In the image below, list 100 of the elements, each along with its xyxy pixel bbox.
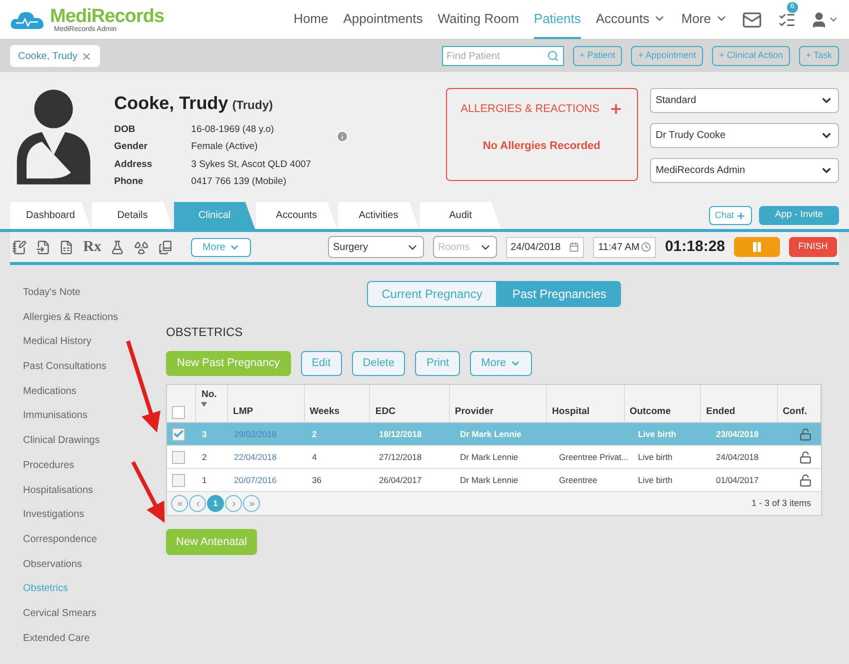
column-header[interactable]: No. [201, 388, 222, 402]
patient-search-field[interactable]: Find Patient [442, 46, 564, 66]
sidebar-item[interactable]: Medications [23, 384, 156, 408]
row-checkbox[interactable] [172, 450, 185, 464]
column-header[interactable]: Weeks [310, 404, 364, 419]
sidebar-item[interactable]: Procedures [23, 458, 156, 482]
tab[interactable]: Activities [338, 202, 419, 229]
padlock-icon[interactable] [798, 474, 812, 486]
pregnancy-toggle-button[interactable]: Past Pregnancies [497, 281, 622, 307]
first-page-icon [176, 500, 184, 508]
column-header[interactable]: LMP [233, 404, 299, 419]
allergies-message: No Allergies Recorded [482, 138, 602, 154]
more-button[interactable]: More [191, 238, 252, 256]
allergies-title: ALLERGIES & REACTIONS [460, 102, 600, 117]
radiation-icon[interactable] [134, 240, 149, 254]
table-cell[interactable]: 20/07/2016 [234, 474, 277, 485]
tab[interactable]: Clinical [174, 202, 255, 229]
info-icon[interactable] [336, 130, 349, 143]
table-cell: Dr Mark Lennie [460, 452, 518, 462]
header-select[interactable]: Dr Trudy Cooke [650, 123, 839, 148]
mail-icon[interactable] [742, 10, 762, 30]
pager-button[interactable] [225, 495, 242, 512]
close-icon[interactable] [81, 50, 92, 62]
add-icon[interactable] [608, 102, 623, 116]
column-header[interactable]: Hospital [552, 404, 619, 419]
action-button[interactable]: Edit [300, 351, 342, 376]
preferred-name: (Trudy) [232, 97, 273, 114]
tab[interactable]: Dashboard [10, 202, 91, 229]
nav-link[interactable]: Home [294, 0, 328, 39]
annotation-arrow [131, 461, 165, 523]
detail-value: 3 Sykes St, Ascot QLD 4007 [191, 158, 312, 172]
tab[interactable]: Audit [420, 202, 501, 229]
sidebar-item[interactable]: Observations [23, 556, 156, 582]
table-cell[interactable]: 22/04/2018 [234, 452, 277, 462]
sidebar-item[interactable]: Today's Note [23, 285, 156, 310]
padlock-icon[interactable] [798, 450, 812, 464]
books-icon[interactable] [158, 240, 172, 254]
search-input[interactable]: Find Patient [446, 48, 547, 64]
calendar-icon[interactable] [569, 242, 580, 252]
header-select[interactable]: MediRecords Admin [650, 158, 839, 183]
flask-icon[interactable] [110, 240, 126, 254]
page-button[interactable]: 1 [207, 495, 224, 512]
sidebar-item[interactable]: Clinical Drawings [23, 433, 156, 458]
search-icon[interactable] [546, 50, 559, 62]
location-select[interactable]: Surgery [328, 236, 424, 258]
patient-tab[interactable]: Cooke, Trudy [10, 45, 100, 67]
action-button[interactable]: More [470, 351, 532, 376]
pause-icon [751, 241, 764, 253]
prescription-button[interactable]: Rx [83, 236, 102, 258]
pager-button[interactable] [189, 495, 206, 512]
table-cell: Greentree [559, 474, 598, 485]
sidebar-item[interactable]: Investigations [23, 507, 156, 532]
header-select[interactable]: Standard [650, 88, 839, 113]
chat-button[interactable]: Chat [708, 206, 752, 225]
sidebar-item[interactable]: Extended Care [23, 630, 156, 656]
sidebar-item[interactable]: Allergies & Reactions [23, 310, 156, 334]
nav-link[interactable]: More [681, 0, 728, 39]
detail-value: 16-08-1969 (48 y.o) [191, 123, 275, 137]
pregnancy-toggle-button[interactable]: Current Pregnancy [366, 281, 498, 307]
app-invite-button[interactable]: App - Invite [758, 206, 839, 225]
column-header[interactable]: EDC [375, 404, 444, 419]
clock-icon[interactable] [640, 242, 651, 252]
table-cell: Live birth [638, 452, 672, 462]
report-icon[interactable] [59, 240, 74, 254]
table-cell: Live birth [638, 474, 672, 485]
row-checkbox[interactable] [172, 474, 185, 486]
sort-icon [201, 402, 208, 408]
pager-button[interactable] [243, 495, 260, 512]
pause-button[interactable] [734, 237, 780, 257]
padlock-icon[interactable] [798, 428, 812, 440]
notebook-icon[interactable] [12, 240, 27, 254]
action-button[interactable]: Print [415, 351, 460, 376]
sidebar-item[interactable]: Correspondence [23, 532, 156, 557]
pager-button[interactable] [171, 495, 188, 512]
time-field[interactable]: 11:47 AM [593, 236, 656, 258]
column-header[interactable]: Provider [454, 404, 542, 419]
sidebar-item[interactable]: Past Consultations [23, 359, 156, 384]
nav-link[interactable]: Appointments [343, 0, 423, 39]
select-all-checkbox[interactable] [172, 406, 185, 419]
sidebar-item[interactable]: Immunisations [23, 408, 156, 434]
nav-link[interactable]: Accounts [596, 0, 666, 39]
document-icon[interactable] [36, 240, 50, 254]
detail-label: DOB [114, 123, 136, 137]
pager-summary: 1 - 3 of 3 items [751, 496, 811, 510]
detail-label: Gender [114, 140, 148, 154]
column-header[interactable]: Conf. [782, 404, 815, 419]
sidebar-item[interactable]: Cervical Smears [23, 606, 156, 631]
action-button[interactable]: Delete [352, 351, 406, 376]
row-checkbox[interactable] [172, 428, 185, 440]
user-icon[interactable] [810, 10, 828, 28]
column-header[interactable]: Outcome [630, 404, 696, 419]
sidebar-item[interactable]: Medical History [23, 334, 156, 360]
sidebar-item[interactable]: Hospitalisations [23, 482, 156, 508]
tab[interactable]: Accounts [256, 202, 337, 229]
tab[interactable]: Details [92, 202, 173, 229]
detail-label: Address [114, 158, 154, 172]
finish-button[interactable]: FINISH [789, 237, 837, 257]
date-field[interactable]: 24/04/2018 [506, 236, 584, 258]
column-header[interactable]: Ended [706, 404, 772, 419]
nav-link[interactable]: Waiting Room [438, 0, 519, 39]
